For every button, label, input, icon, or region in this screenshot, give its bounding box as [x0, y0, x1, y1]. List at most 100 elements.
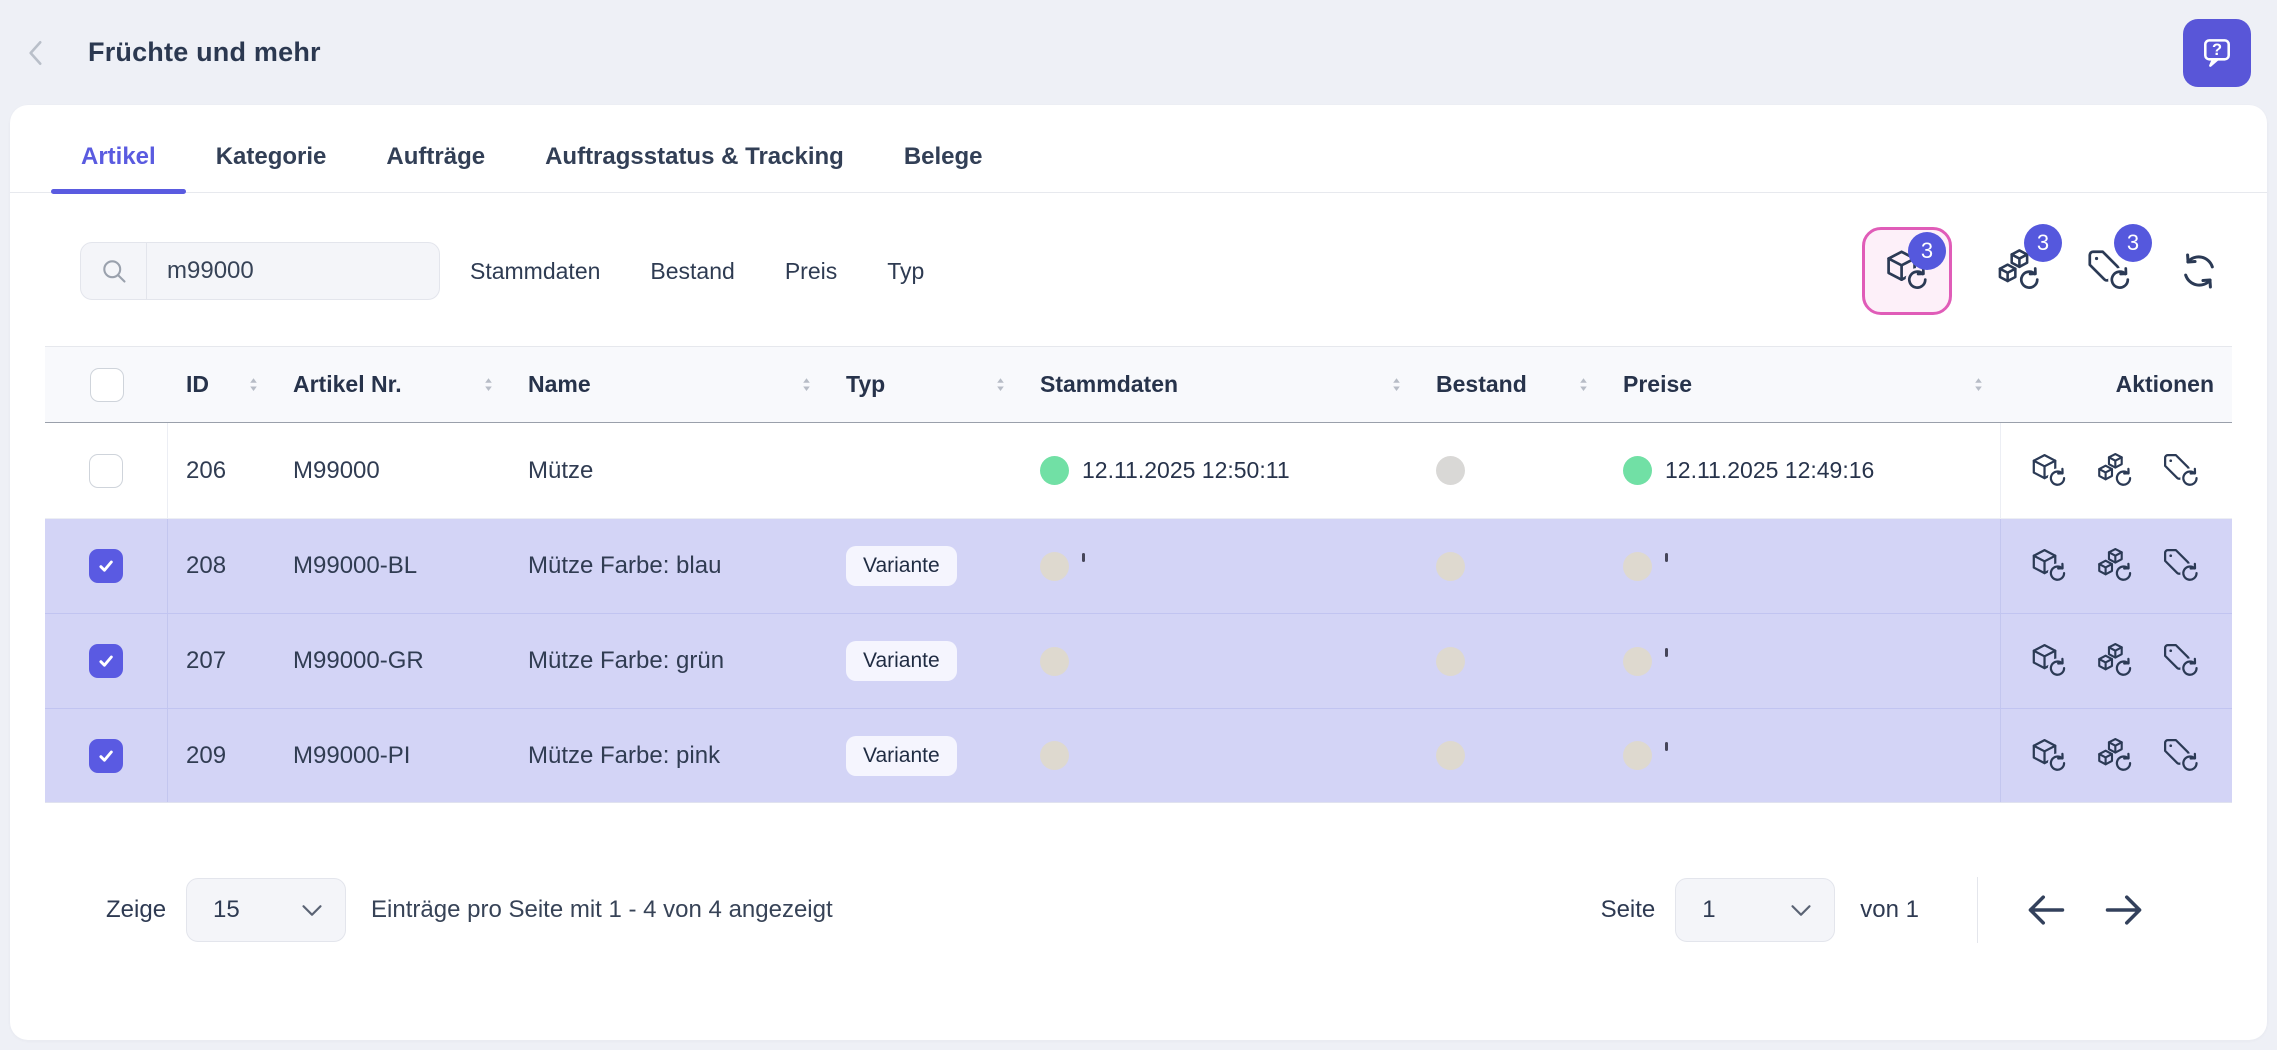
status-dot — [1623, 456, 1652, 485]
sync-stock-button[interactable]: 3 — [1996, 248, 2042, 294]
column-header-artikel-nr[interactable]: Artikel Nr. — [275, 371, 510, 398]
articles-table: ID Artikel Nr. Name Typ Stammdaten Besta… — [45, 346, 2232, 803]
sort-icon[interactable] — [1971, 375, 1986, 395]
column-header-stammdaten[interactable]: Stammdaten — [1022, 371, 1418, 398]
cubes-sync-icon — [2096, 737, 2134, 775]
sync-price-action-button[interactable] — [2162, 737, 2200, 775]
table-row: 208 M99000-BL Mütze Farbe: blau Variante — [45, 518, 2232, 613]
sync-article-action-button[interactable] — [2030, 737, 2068, 775]
sort-icon[interactable] — [799, 375, 814, 395]
mini-mark — [1665, 648, 1668, 657]
column-header-bestand[interactable]: Bestand — [1418, 371, 1605, 398]
search-input[interactable] — [147, 257, 439, 285]
status-dot — [1623, 552, 1652, 581]
refresh-button[interactable] — [2176, 248, 2222, 294]
cell-typ: Variante — [828, 546, 1022, 586]
tab-bar: Artikel Kategorie Aufträge Auftragsstatu… — [10, 105, 2267, 193]
divider — [1977, 877, 1978, 943]
previous-page-button[interactable] — [2018, 882, 2074, 938]
sync-prices-badge: 3 — [2114, 224, 2152, 262]
filter-stammdaten[interactable]: Stammdaten — [470, 258, 600, 285]
help-button[interactable] — [2183, 19, 2251, 87]
page-size-select[interactable]: 15 — [186, 878, 346, 942]
stammdaten-timestamp: 12.11.2025 12:50:11 — [1082, 457, 1290, 484]
cell-stammdaten — [1022, 552, 1418, 581]
cell-typ: Variante — [828, 641, 1022, 681]
sync-price-action-button[interactable] — [2162, 642, 2200, 680]
current-page-value: 1 — [1702, 896, 1715, 924]
sort-icon[interactable] — [993, 375, 1008, 395]
row-checkbox[interactable] — [89, 644, 123, 678]
arrow-right-icon — [2102, 888, 2146, 932]
cell-typ: Variante — [828, 736, 1022, 776]
tag-sync-icon — [2162, 737, 2200, 775]
sync-price-action-button[interactable] — [2162, 547, 2200, 585]
cell-bestand — [1418, 456, 1605, 485]
tab-auftragsstatus-tracking[interactable]: Auftragsstatus & Tracking — [515, 143, 874, 192]
column-header-id[interactable]: ID — [168, 371, 275, 398]
cube-sync-icon — [2030, 737, 2068, 775]
sort-icon[interactable] — [481, 375, 496, 395]
row-checkbox[interactable] — [89, 454, 123, 488]
search-box[interactable] — [80, 242, 440, 300]
cell-preise — [1605, 647, 2000, 676]
tag-sync-icon — [2162, 547, 2200, 585]
filter-bestand[interactable]: Bestand — [650, 258, 734, 285]
tag-sync-icon — [2162, 642, 2200, 680]
back-button[interactable] — [14, 31, 58, 75]
row-checkbox[interactable] — [89, 549, 123, 583]
cell-name: Mütze Farbe: pink — [510, 742, 828, 770]
chevron-down-icon — [301, 902, 323, 919]
content-card: Artikel Kategorie Aufträge Auftragsstatu… — [10, 105, 2267, 1040]
filter-preis[interactable]: Preis — [785, 258, 837, 285]
cell-name: Mütze — [510, 457, 828, 485]
sort-icon[interactable] — [246, 375, 261, 395]
status-dot — [1436, 456, 1465, 485]
tab-auftraege[interactable]: Aufträge — [356, 143, 515, 192]
row-checkbox[interactable] — [89, 739, 123, 773]
sync-stock-badge: 3 — [2024, 224, 2062, 262]
tab-artikel[interactable]: Artikel — [51, 143, 186, 192]
table-row: 206 M99000 Mütze 12.11.2025 12:50:11 12.… — [45, 423, 2232, 518]
cell-preise: 12.11.2025 12:49:16 — [1605, 456, 2000, 485]
column-header-aktionen: Aktionen — [2000, 371, 2232, 398]
sync-article-action-button[interactable] — [2030, 547, 2068, 585]
sync-stock-action-button[interactable] — [2096, 547, 2134, 585]
sync-prices-button[interactable]: 3 — [2086, 248, 2132, 294]
tab-belege[interactable]: Belege — [874, 143, 1013, 192]
column-header-preise[interactable]: Preise — [1605, 371, 2000, 398]
select-all-checkbox[interactable] — [90, 368, 124, 402]
status-dot — [1436, 741, 1465, 770]
sync-stock-action-button[interactable] — [2096, 452, 2134, 490]
column-header-typ[interactable]: Typ — [828, 371, 1022, 398]
page-select[interactable]: 1 — [1675, 878, 1835, 942]
mini-mark — [1665, 553, 1668, 562]
sync-price-action-button[interactable] — [2162, 452, 2200, 490]
sync-articles-button[interactable]: 3 — [1862, 227, 1952, 315]
tab-kategorie[interactable]: Kategorie — [186, 143, 357, 192]
next-page-button[interactable] — [2096, 882, 2152, 938]
sort-icon[interactable] — [1389, 375, 1404, 395]
sort-icon[interactable] — [1576, 375, 1591, 395]
sync-stock-action-button[interactable] — [2096, 642, 2134, 680]
cell-aktionen — [2000, 614, 2232, 708]
sync-stock-action-button[interactable] — [2096, 737, 2134, 775]
row-select-cell — [45, 519, 168, 613]
arrow-left-icon — [2024, 888, 2068, 932]
status-dot — [1623, 741, 1652, 770]
cell-name: Mütze Farbe: grün — [510, 647, 828, 675]
cell-bestand — [1418, 741, 1605, 770]
sync-article-action-button[interactable] — [2030, 452, 2068, 490]
status-dot — [1040, 456, 1069, 485]
filter-typ[interactable]: Typ — [887, 258, 924, 285]
sync-article-action-button[interactable] — [2030, 642, 2068, 680]
cell-stammdaten: 12.11.2025 12:50:11 — [1022, 456, 1418, 485]
page-controls: Seite 1 von 1 — [1601, 877, 2152, 943]
page-title: Früchte und mehr — [88, 37, 321, 68]
status-dot — [1040, 741, 1069, 770]
variante-badge: Variante — [846, 546, 957, 586]
table-row: 207 M99000-GR Mütze Farbe: grün Variante — [45, 613, 2232, 708]
cell-aktionen — [2000, 709, 2232, 802]
column-header-name[interactable]: Name — [510, 371, 828, 398]
status-dot — [1040, 552, 1069, 581]
